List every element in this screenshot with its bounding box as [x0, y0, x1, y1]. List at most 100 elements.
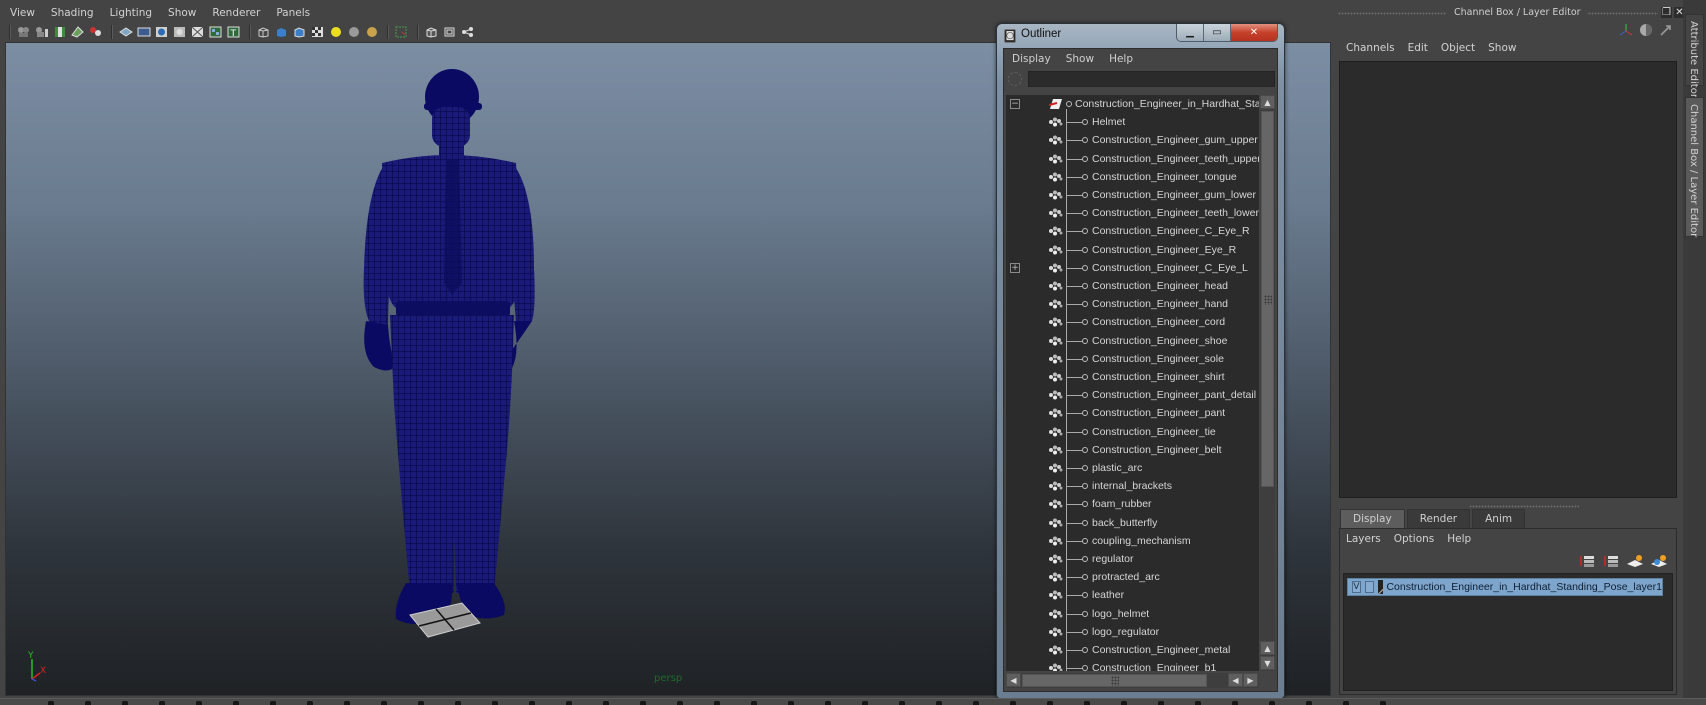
tree-row[interactable]: Construction_Engineer_b1 — [1006, 659, 1259, 671]
tree-row[interactable]: leather — [1006, 586, 1259, 604]
cb-menu-edit[interactable]: Edit — [1408, 42, 1428, 54]
scroll-right-arrow-icon[interactable]: ▶ — [1243, 673, 1258, 687]
tab-anim[interactable]: Anim — [1472, 509, 1526, 528]
horizontal-scroll-thumb[interactable] — [1022, 674, 1207, 687]
side-tab-attribute-editor[interactable]: Attribute Editor — [1685, 14, 1704, 98]
tree-row[interactable]: regulator — [1006, 550, 1259, 568]
scroll-left-arrow-icon[interactable]: ◀ — [1006, 673, 1021, 687]
le-menu-help[interactable]: Help — [1447, 533, 1471, 545]
wireframe-on-shaded-icon[interactable] — [292, 25, 307, 39]
tree-row[interactable]: + Construction_Engineer_C_Eye_L — [1006, 259, 1259, 277]
layer-visibility-toggle[interactable]: V — [1352, 581, 1361, 593]
xray-icon[interactable] — [424, 25, 439, 39]
cb-menu-show[interactable]: Show — [1488, 42, 1516, 54]
tree-row[interactable]: Construction_Engineer_shoe — [1006, 332, 1259, 350]
cb-menu-object[interactable]: Object — [1441, 42, 1475, 54]
camera-select-icon[interactable] — [16, 25, 31, 39]
tree-row[interactable]: Construction_Engineer_gum_lower — [1006, 186, 1259, 204]
vertical-scroll-thumb[interactable] — [1261, 111, 1274, 487]
move-layer-up-icon[interactable] — [1578, 553, 1596, 569]
tree-row[interactable]: Construction_Engineer_pant_detail — [1006, 386, 1259, 404]
layer-playback-toggle[interactable] — [1364, 581, 1374, 593]
tree-row-root[interactable]: − Construction_Engineer_in_Hardhat_Stand… — [1006, 95, 1259, 113]
tree-row[interactable]: Construction_Engineer_teeth_lower — [1006, 204, 1259, 222]
move-layer-down-icon[interactable] — [1602, 553, 1620, 569]
filter-icon[interactable] — [1008, 72, 1022, 86]
use-all-lights-icon[interactable] — [328, 25, 343, 39]
scroll-up-arrow-icon[interactable]: ▲ — [1260, 95, 1275, 109]
bookmark-icon[interactable] — [52, 25, 67, 39]
tree-row[interactable]: Construction_Engineer_C_Eye_R — [1006, 222, 1259, 240]
tree-row[interactable]: Construction_Engineer_tie — [1006, 423, 1259, 441]
outliner-menu-display[interactable]: Display — [1012, 53, 1051, 65]
tree-row[interactable]: Construction_Engineer_shirt — [1006, 368, 1259, 386]
tree-row[interactable]: internal_brackets — [1006, 477, 1259, 495]
menu-panels[interactable]: Panels — [276, 7, 310, 19]
safe-title-icon[interactable]: T — [226, 25, 241, 39]
new-layer-from-selected-icon[interactable] — [1650, 553, 1668, 569]
scroll-left-arrow-icon[interactable]: ◀ — [1228, 673, 1243, 687]
le-menu-options[interactable]: Options — [1394, 533, 1435, 545]
grid-icon[interactable] — [118, 25, 133, 39]
outliner-search-input[interactable] — [1028, 71, 1275, 87]
xray-component-icon[interactable] — [460, 25, 475, 39]
image-plane-icon[interactable] — [70, 25, 85, 39]
menu-shading[interactable]: Shading — [51, 7, 94, 19]
tree-row[interactable]: protracted_arc — [1006, 568, 1259, 586]
gate-mask-icon[interactable] — [172, 25, 187, 39]
arrow-pointer-icon[interactable] — [1658, 22, 1674, 38]
tree-row[interactable]: Construction_Engineer_belt — [1006, 441, 1259, 459]
close-button[interactable]: ✕ — [1231, 24, 1277, 41]
time-slider-strip[interactable] — [0, 698, 1706, 705]
tree-row[interactable]: coupling_mechanism — [1006, 532, 1259, 550]
channel-box-header[interactable]: Channel Box / Layer Editor ❐ ✕ — [1334, 4, 1685, 20]
drag-handle[interactable] — [1338, 12, 1446, 15]
menu-view[interactable]: View — [10, 7, 35, 19]
outliner-horizontal-scrollbar[interactable]: ◀ ◀ ▶ — [1006, 673, 1259, 688]
tree-row[interactable]: Construction_Engineer_pant — [1006, 404, 1259, 422]
layer-color-swatch[interactable] — [1377, 580, 1384, 594]
scroll-down-arrow-icon[interactable]: ▼ — [1260, 656, 1275, 670]
smooth-shade-icon[interactable] — [274, 25, 289, 39]
layer-name[interactable]: Construction_Engineer_in_Hardhat_Standin… — [1386, 581, 1662, 593]
outliner-titlebar[interactable]: ◙ Outliner ▁ ▭ ✕ — [997, 24, 1284, 48]
tree-row[interactable]: Helmet — [1006, 113, 1259, 131]
tree-row[interactable]: Construction_Engineer_hand — [1006, 295, 1259, 313]
outliner-menu-show[interactable]: Show — [1066, 53, 1094, 65]
menu-renderer[interactable]: Renderer — [212, 7, 260, 19]
tree-row[interactable]: plastic_arc — [1006, 459, 1259, 477]
menu-show[interactable]: Show — [168, 7, 196, 19]
new-empty-layer-icon[interactable] — [1626, 553, 1644, 569]
tree-row[interactable]: Construction_Engineer_teeth_upper — [1006, 150, 1259, 168]
isolate-select-icon[interactable] — [394, 25, 409, 39]
layer-row[interactable]: V Construction_Engineer_in_Hardhat_Stand… — [1347, 578, 1663, 596]
field-chart-icon[interactable] — [190, 25, 205, 39]
ambient-occlusion-icon[interactable] — [364, 25, 379, 39]
speed-icon[interactable] — [1638, 22, 1654, 38]
shadows-icon[interactable] — [346, 25, 361, 39]
cb-menu-channels[interactable]: Channels — [1346, 42, 1395, 54]
tab-display[interactable]: Display — [1340, 509, 1405, 528]
2d-pan-zoom-icon[interactable] — [88, 25, 103, 39]
tree-row[interactable]: Construction_Engineer_sole — [1006, 350, 1259, 368]
panel-resize-handle[interactable] — [1469, 505, 1579, 508]
outliner-vertical-scrollbar[interactable]: ▲ ▲ ▼ — [1260, 95, 1275, 671]
tree-row[interactable]: foam_rubber — [1006, 495, 1259, 513]
float-panel-icon[interactable]: ❐ — [1661, 7, 1672, 18]
collapse-icon[interactable]: − — [1010, 99, 1020, 109]
tree-row[interactable]: Construction_Engineer_tongue — [1006, 168, 1259, 186]
textured-icon[interactable] — [310, 25, 325, 39]
manipulator-axis-icon[interactable] — [1618, 22, 1634, 38]
tree-row[interactable]: logo_helmet — [1006, 605, 1259, 623]
tree-row[interactable]: Construction_Engineer_cord — [1006, 313, 1259, 331]
le-menu-layers[interactable]: Layers — [1346, 533, 1381, 545]
maximize-button[interactable]: ▭ — [1204, 24, 1231, 41]
film-gate-icon[interactable] — [136, 25, 151, 39]
camera-attributes-icon[interactable] — [34, 25, 49, 39]
tree-row[interactable]: back_butterfly — [1006, 514, 1259, 532]
wireframe-figure-construction-engineer[interactable] — [344, 63, 574, 663]
tree-row[interactable]: Construction_Engineer_Eye_R — [1006, 241, 1259, 259]
tab-render[interactable]: Render — [1406, 509, 1471, 528]
tree-row[interactable]: Construction_Engineer_metal — [1006, 641, 1259, 659]
xray-joints-icon[interactable] — [442, 25, 457, 39]
